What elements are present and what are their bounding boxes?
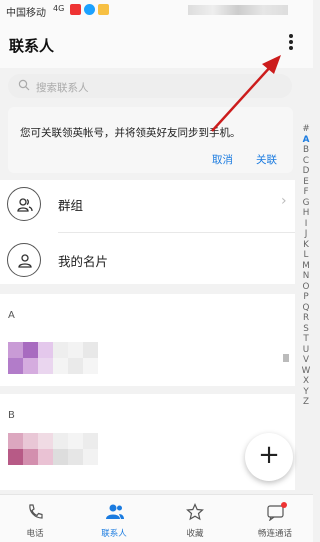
person-icon bbox=[7, 243, 41, 277]
alphabet-letter[interactable]: S bbox=[299, 324, 313, 335]
my-card-row[interactable]: 我的名片 bbox=[0, 236, 295, 284]
status-icons-blurred bbox=[188, 5, 288, 15]
tab-label: 收藏 bbox=[186, 529, 204, 539]
alphabet-letter[interactable]: E bbox=[299, 177, 313, 188]
tab-caas[interactable]: 畅连通话 bbox=[240, 495, 310, 542]
contacts-icon bbox=[106, 504, 124, 519]
alphabet-letter[interactable]: R bbox=[299, 313, 313, 324]
notification-app-icon bbox=[70, 4, 81, 15]
alphabet-letter[interactable]: # bbox=[299, 124, 313, 135]
contact-item-blurred[interactable] bbox=[8, 342, 98, 374]
alphabet-letter[interactable]: V bbox=[299, 355, 313, 366]
tab-favorites[interactable]: 收藏 bbox=[160, 495, 230, 542]
my-card-label: 我的名片 bbox=[58, 254, 109, 269]
star-icon bbox=[186, 503, 204, 521]
signal-icon: 4G bbox=[53, 4, 65, 13]
alphabet-letter[interactable]: C bbox=[299, 156, 313, 167]
group-header-b: B bbox=[8, 410, 15, 421]
linkedin-prompt-card: 您可关联领英帐号，并将领英好友同步到手机。 取消 关联 bbox=[8, 107, 293, 173]
shortcut-section: 群组 › 我的名片 bbox=[0, 180, 295, 284]
groups-row[interactable]: 群组 › bbox=[0, 180, 295, 228]
alphabet-letter[interactable]: U bbox=[299, 345, 313, 356]
alphabet-letter[interactable]: J bbox=[299, 229, 313, 240]
alphabet-letter[interactable]: Y bbox=[299, 387, 313, 398]
tab-label: 电话 bbox=[26, 529, 44, 539]
notification-app-icon bbox=[84, 4, 95, 15]
prompt-message: 您可关联领英帐号，并将领英好友同步到手机。 bbox=[20, 127, 241, 139]
add-contact-button[interactable]: + bbox=[245, 433, 293, 481]
alphabet-letter[interactable]: A bbox=[299, 135, 313, 146]
groups-label: 群组 bbox=[58, 198, 84, 213]
chevron-right-icon: › bbox=[281, 193, 287, 209]
alphabet-letter[interactable]: X bbox=[299, 376, 313, 387]
bottom-nav: 电话 联系人 收藏 畅连通话 bbox=[0, 494, 313, 542]
alphabet-letter[interactable]: H bbox=[299, 208, 313, 219]
alphabet-letter[interactable]: G bbox=[299, 198, 313, 209]
notification-dot bbox=[281, 502, 287, 508]
tab-phone[interactable]: 电话 bbox=[0, 495, 70, 542]
alphabet-letter[interactable]: L bbox=[299, 250, 313, 261]
alphabet-letter[interactable]: B bbox=[299, 145, 313, 156]
search-input[interactable]: 搜索联系人 bbox=[8, 74, 292, 98]
notification-app-icon bbox=[98, 4, 109, 15]
group-header-a: A bbox=[8, 310, 15, 321]
contact-item-blurred[interactable] bbox=[8, 433, 98, 465]
carrier-label: 中国移动 bbox=[6, 8, 46, 19]
cancel-button[interactable]: 取消 bbox=[212, 152, 233, 167]
groups-icon bbox=[7, 187, 41, 221]
row-divider bbox=[58, 232, 295, 233]
alphabet-letter[interactable]: T bbox=[299, 334, 313, 345]
alphabet-letter[interactable]: Z bbox=[299, 397, 313, 408]
more-options-icon[interactable] bbox=[283, 32, 299, 56]
status-bar: 中国移动 4G bbox=[0, 0, 313, 20]
link-button[interactable]: 关联 bbox=[256, 152, 277, 167]
alphabet-letter[interactable]: D bbox=[299, 166, 313, 177]
page-title: 联系人 bbox=[9, 37, 55, 55]
alphabet-letter[interactable]: N bbox=[299, 271, 313, 282]
alphabet-letter[interactable]: W bbox=[299, 366, 313, 377]
alphabet-letter[interactable]: O bbox=[299, 282, 313, 293]
app-header: 联系人 bbox=[0, 20, 313, 68]
alphabet-letter[interactable]: P bbox=[299, 292, 313, 303]
phone-icon bbox=[29, 504, 43, 519]
alphabet-index[interactable]: # A B C D E F G H I J K L M N O P Q R S T U V W X Y Z bbox=[299, 124, 313, 408]
document-icon bbox=[283, 354, 289, 362]
alphabet-letter[interactable]: F bbox=[299, 187, 313, 198]
tab-label: 联系人 bbox=[101, 529, 127, 539]
alphabet-letter[interactable]: M bbox=[299, 261, 313, 272]
alphabet-letter[interactable]: K bbox=[299, 240, 313, 251]
search-placeholder: 搜索联系人 bbox=[36, 82, 89, 94]
tab-contacts[interactable]: 联系人 bbox=[79, 495, 149, 542]
alphabet-letter[interactable]: Q bbox=[299, 303, 313, 314]
alphabet-letter[interactable]: I bbox=[299, 219, 313, 230]
search-icon bbox=[18, 79, 30, 91]
tab-label: 畅连通话 bbox=[257, 529, 292, 539]
